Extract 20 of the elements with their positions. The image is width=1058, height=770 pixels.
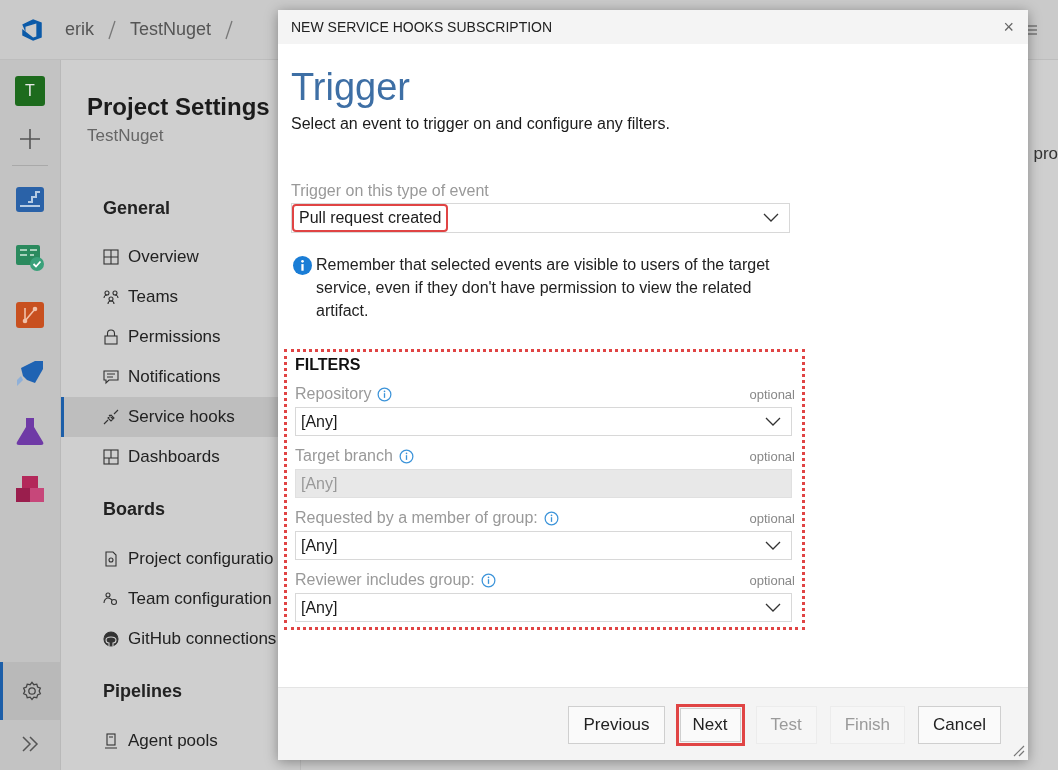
body-text: pro — [1033, 144, 1058, 164]
optional-label: optional — [749, 572, 795, 588]
field-label: Requested by a member of group: — [295, 509, 538, 527]
section-heading: Pipelines — [102, 680, 184, 703]
section-heading: Boards — [102, 498, 166, 521]
field-label: Reviewer includes group: — [295, 571, 475, 589]
optional-label: optional — [749, 510, 795, 526]
optional-label: optional — [749, 448, 795, 464]
section-heading: General — [102, 197, 172, 220]
field-label: Trigger on this type of event — [291, 182, 490, 200]
field-label: Target branch — [295, 447, 393, 465]
page-title: Project Settings — [86, 93, 271, 121]
section-heading: FILTERS — [295, 356, 362, 374]
optional-label: optional — [749, 386, 795, 402]
project-name: TestNuget — [86, 126, 165, 146]
selected-value: Pull request created — [294, 206, 447, 230]
dialog-title: NEW SERVICE HOOKS SUBSCRIPTION — [291, 19, 554, 35]
step-description: Select an event to trigger on and configure any filters. — [291, 115, 671, 133]
info-note: Remember that selected events are visible to users of the target service, even if they don't have permission to view the related artifact. — [316, 255, 771, 321]
step-heading: Trigger — [291, 65, 411, 109]
